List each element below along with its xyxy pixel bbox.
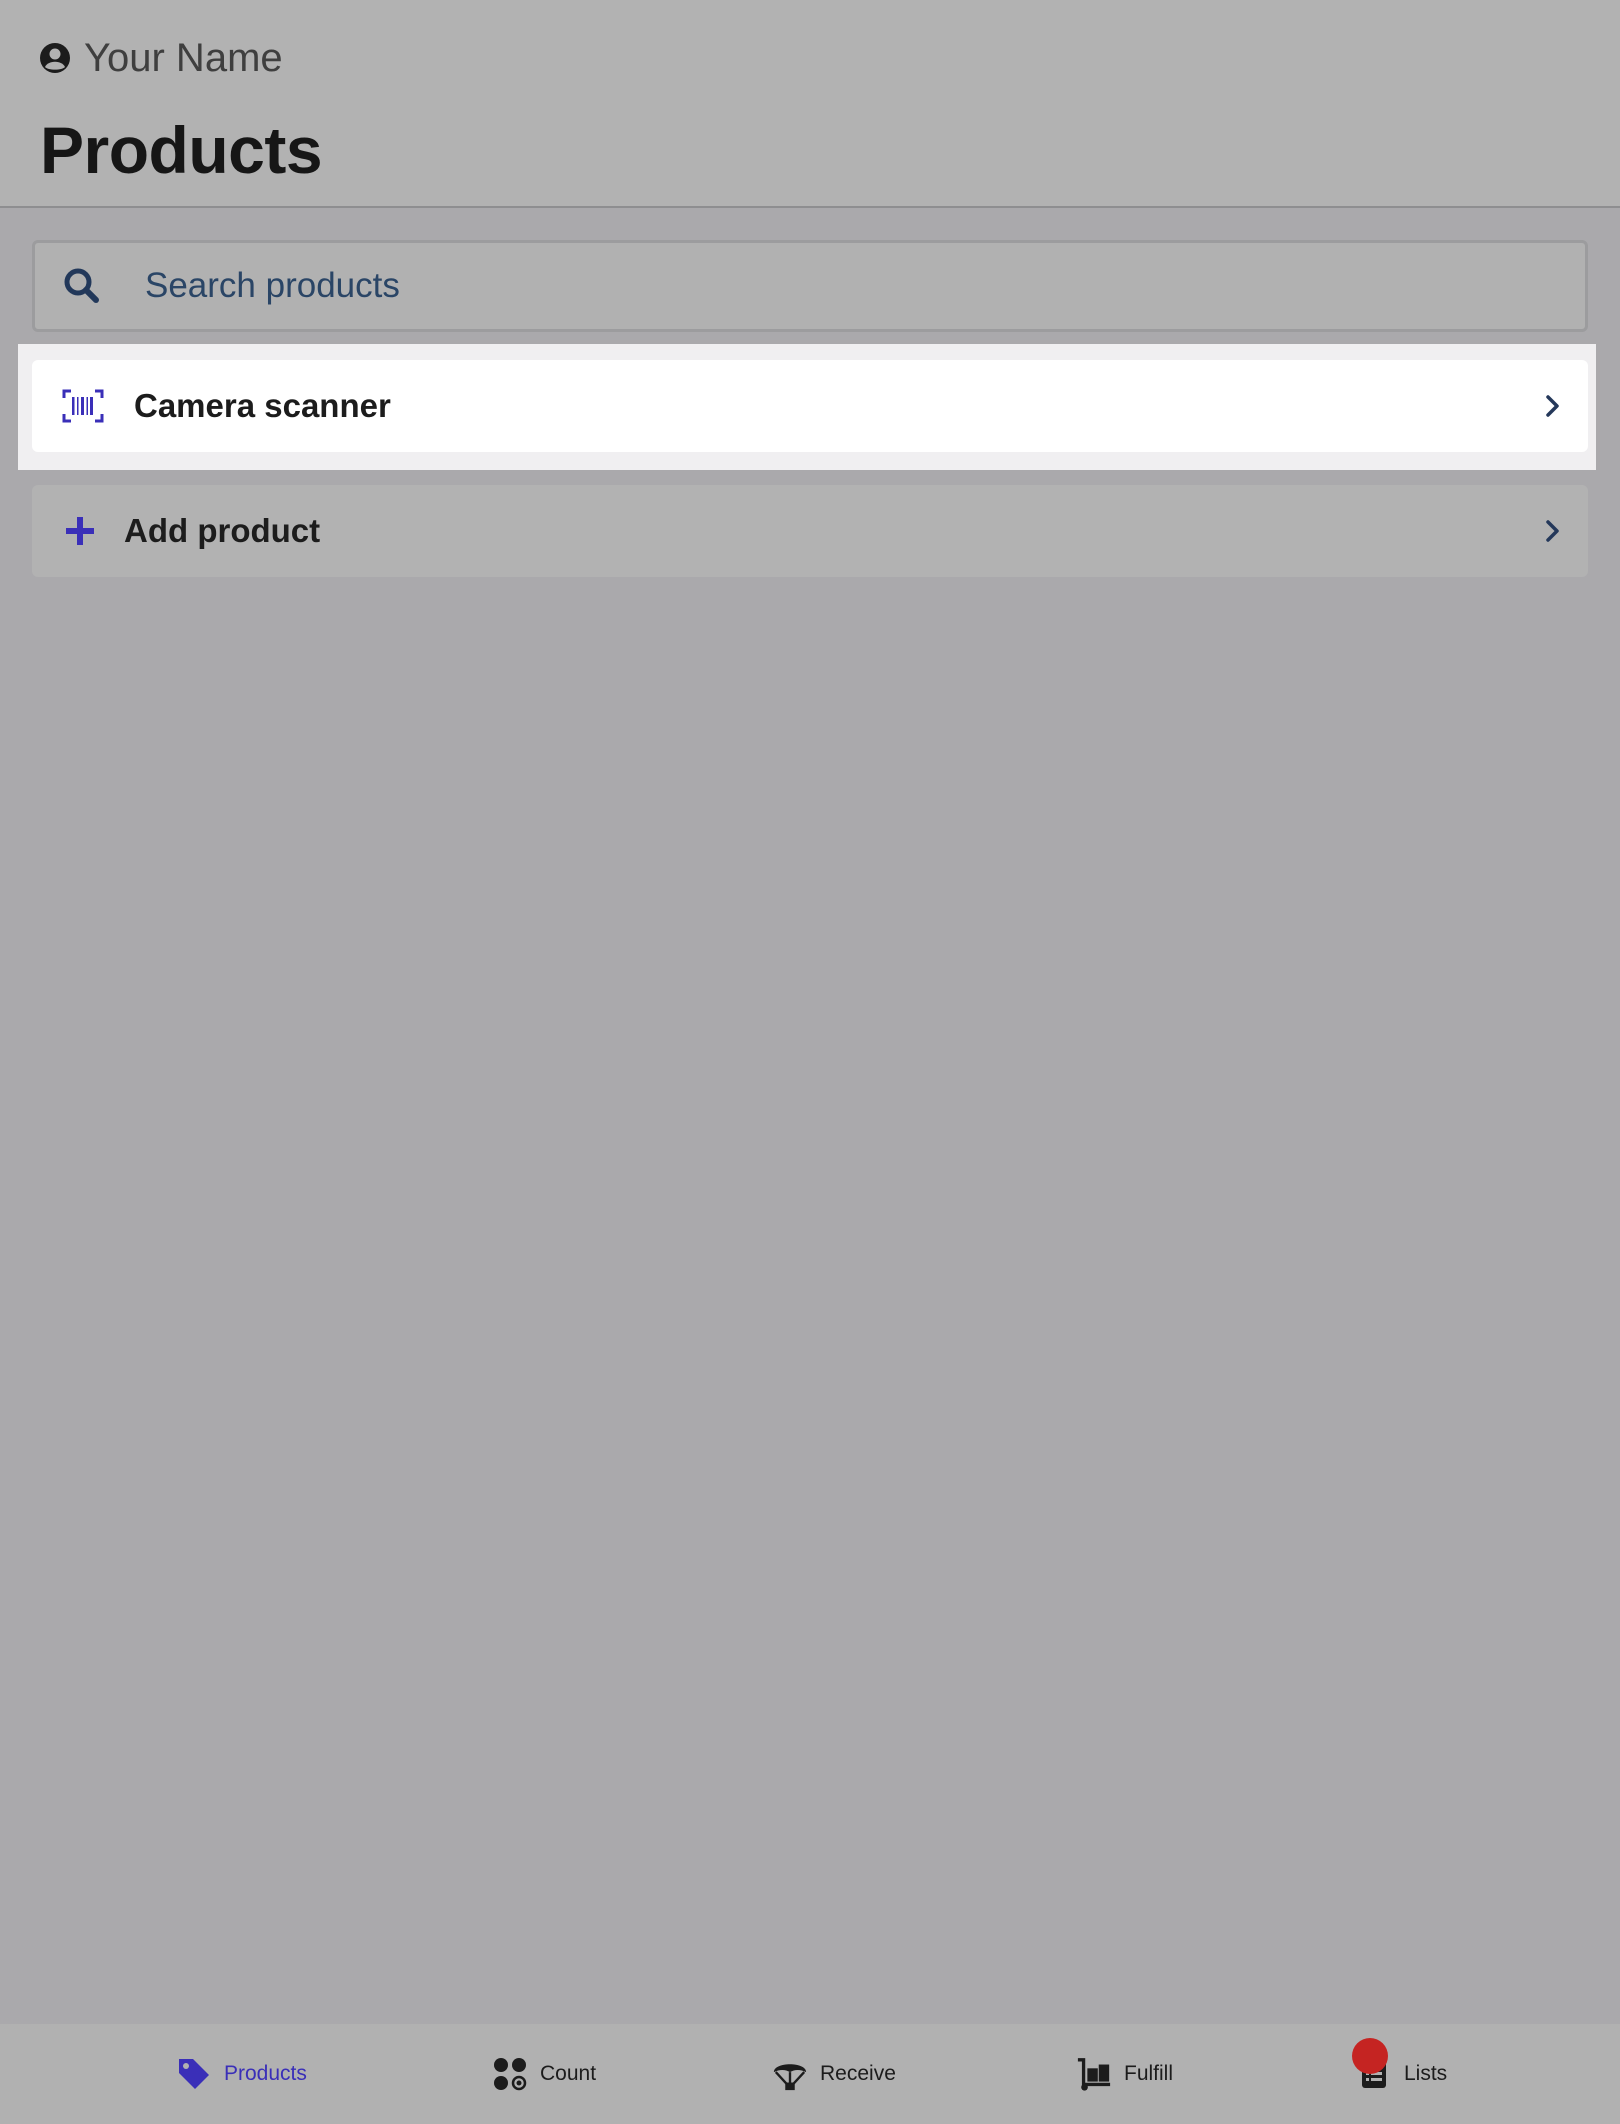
nav-label-count: Count: [540, 2062, 597, 2085]
nav-tab-lists[interactable]: Lists: [1352, 2038, 1448, 2094]
page-title: Products: [40, 113, 323, 187]
camera-scanner-item[interactable]: Camera scanner: [32, 360, 1588, 452]
nav-label-products: Products: [224, 2062, 307, 2085]
list-icon: [1352, 2038, 1392, 2092]
nav-label-fulfill: Fulfill: [1124, 2062, 1174, 2085]
app-root: Your Name Products Search products Camer…: [0, 0, 1620, 2124]
search-bar[interactable]: [32, 240, 1588, 332]
chevron-right-icon: [1544, 392, 1562, 420]
user-profile[interactable]: Your Name: [38, 34, 283, 82]
dolly-icon: [1076, 2056, 1112, 2092]
nav-tab-fulfill[interactable]: Fulfill: [1076, 2054, 1173, 2094]
bottom-nav: Products Count Receive Fulfill Lists: [0, 2024, 1620, 2124]
add-product-label: Add product: [124, 512, 321, 549]
plus-icon: [60, 510, 100, 552]
tag-icon: [176, 2056, 212, 2092]
nav-tab-count[interactable]: Count: [492, 2054, 596, 2094]
barcode-scan-icon: [62, 385, 104, 427]
nav-label-lists: Lists: [1404, 2062, 1448, 2085]
nav-tab-receive[interactable]: Receive: [772, 2054, 896, 2094]
header: Your Name Products: [0, 0, 1620, 208]
search-input[interactable]: [145, 243, 1585, 329]
user-circle-icon: [38, 41, 72, 75]
search-icon: [63, 267, 101, 305]
notification-badge: [1352, 2038, 1388, 2074]
user-name: Your Name: [84, 35, 283, 80]
parachute-icon: [772, 2056, 808, 2092]
nav-tab-products[interactable]: Products: [176, 2054, 307, 2094]
add-product-item[interactable]: Add product: [32, 485, 1588, 577]
chevron-right-icon: [1544, 517, 1562, 545]
count-icon: [492, 2056, 528, 2092]
camera-scanner-label: Camera scanner: [134, 387, 391, 424]
nav-label-receive: Receive: [820, 2062, 896, 2085]
